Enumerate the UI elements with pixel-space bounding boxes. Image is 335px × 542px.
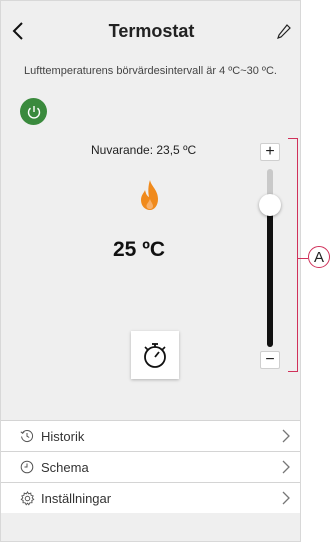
temperature-slider[interactable]: + − — [256, 141, 284, 371]
menu-item-label: Historik — [41, 429, 85, 444]
pencil-icon — [277, 24, 291, 39]
slider-thumb[interactable] — [259, 193, 281, 216]
power-icon — [27, 105, 40, 119]
chevron-right-icon — [282, 460, 290, 474]
current-temperature: Nuvarande: 23,5 ºC — [91, 143, 197, 157]
menu-item-history[interactable]: Historik — [1, 420, 300, 451]
flame-icon — [141, 180, 158, 210]
menu-item-label: Inställningar — [41, 491, 112, 506]
slider-fill — [267, 204, 273, 347]
chevron-right-icon — [282, 491, 290, 505]
edit-button[interactable] — [274, 21, 294, 43]
stopwatch-icon — [144, 343, 166, 368]
setpoint-range-info: Lufttemperaturens börvärdesintervall är … — [24, 65, 277, 77]
callout-leader-line — [298, 258, 308, 259]
clock-icon — [19, 459, 35, 475]
history-icon — [19, 428, 35, 444]
page-title: Termostat — [108, 21, 195, 41]
header: Termostat — [1, 1, 300, 59]
thermostat-screen: Termostat Lufttemperaturens börvärdesint… — [0, 0, 301, 542]
power-button[interactable] — [20, 98, 47, 125]
increase-button[interactable]: + — [260, 143, 280, 161]
gear-icon — [19, 490, 35, 506]
menu-item-settings[interactable]: Inställningar — [1, 482, 300, 513]
menu-item-schedule[interactable]: Schema — [1, 451, 300, 482]
menu-item-label: Schema — [41, 460, 89, 475]
decrease-button[interactable]: − — [260, 351, 280, 369]
menu-list: Historik Schema Inställningar — [1, 420, 300, 513]
callout-label: A — [308, 246, 330, 268]
timer-button[interactable] — [131, 331, 179, 379]
callout-bracket — [288, 138, 298, 372]
target-temperature: 25 ºC — [113, 238, 166, 261]
chevron-right-icon — [282, 429, 290, 443]
